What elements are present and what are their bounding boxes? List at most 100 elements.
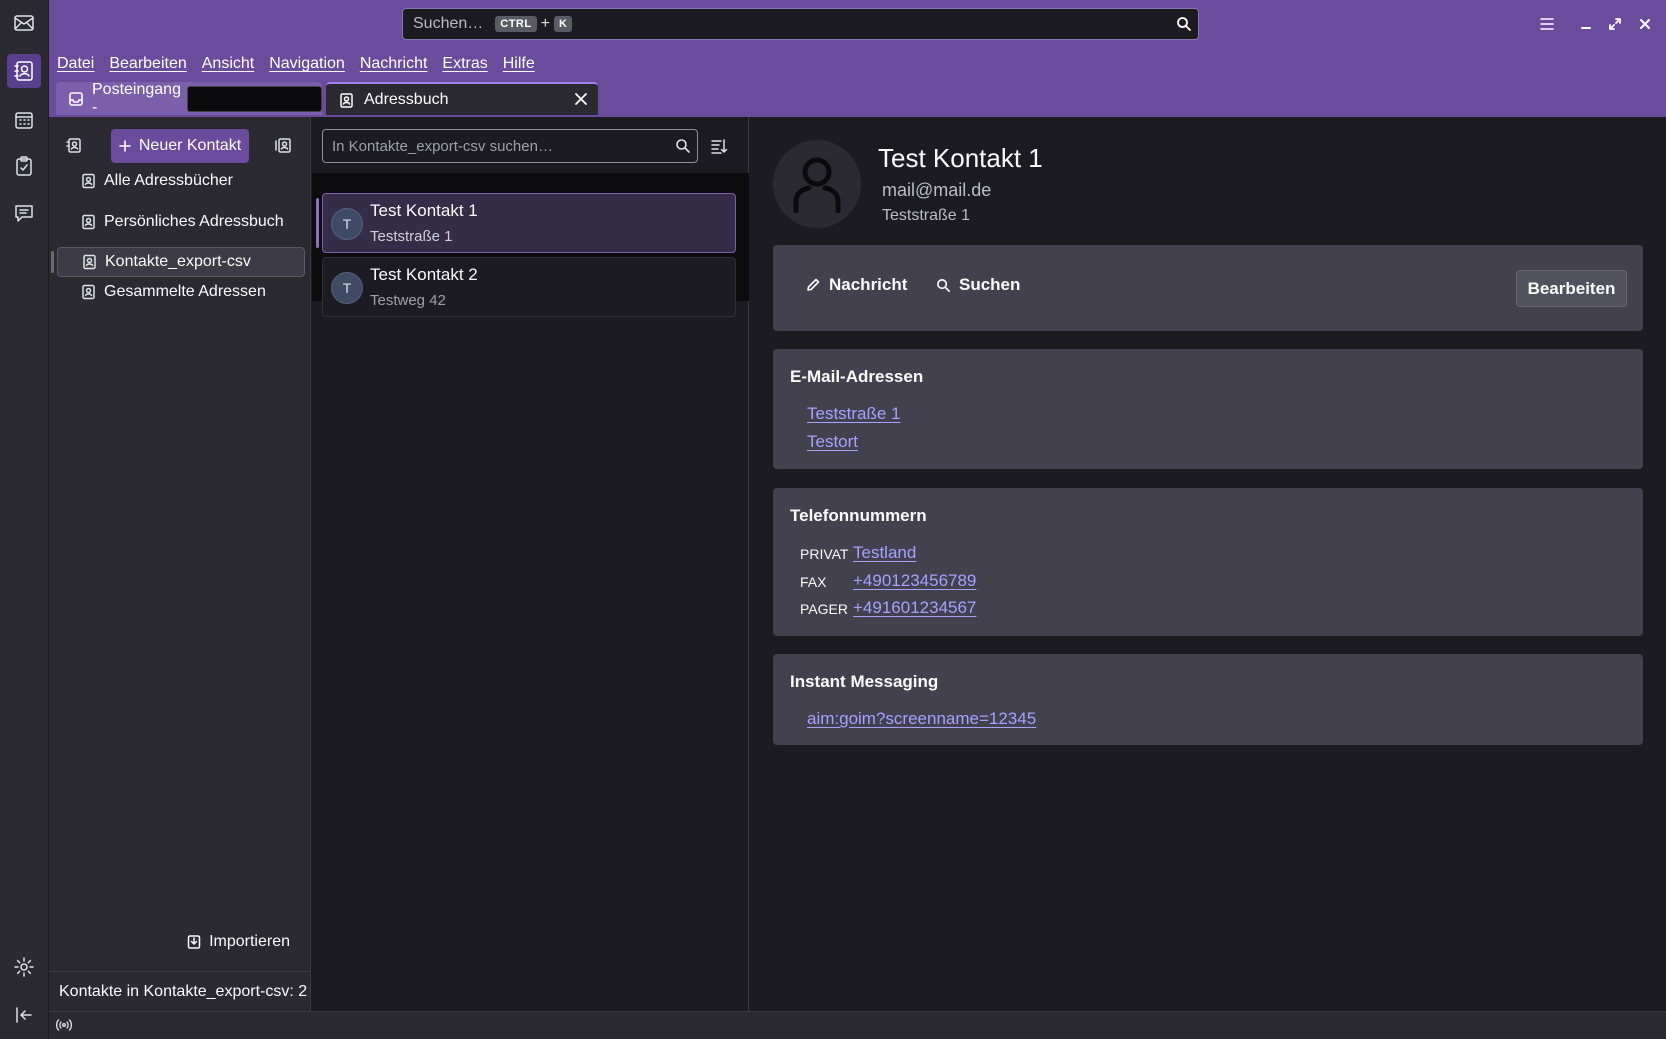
menu-bearbeiten[interactable]: Bearbeiten	[109, 55, 186, 73]
redacted-account-name	[187, 85, 322, 112]
phone-link[interactable]: +491601234567	[853, 598, 976, 618]
contact-details-pane: Test Kontakt 1 mail@mail.de Teststraße 1…	[750, 117, 1666, 1011]
contact-address: Teststraße 1	[370, 228, 453, 245]
global-search-input[interactable]: Suchen… CTRL + K	[402, 8, 1199, 40]
contact-search-input[interactable]: In Kontakte_export-csv suchen…	[322, 129, 698, 163]
new-contact-label: Neuer Kontakt	[138, 137, 242, 154]
phone-link[interactable]: +490123456789	[853, 571, 976, 591]
instant-messaging-panel: Instant Messaging aim:goim?screenname=12…	[773, 654, 1643, 745]
contact-search-placeholder: In Kontakte_export-csv suchen…	[332, 137, 553, 155]
contact-list: T Test Kontakt 1 Teststraße 1 T Test Kon…	[312, 173, 749, 317]
menu-ansicht[interactable]: Ansicht	[202, 55, 254, 73]
app-menu-hamburger-icon[interactable]	[1535, 12, 1559, 36]
search-messages-button[interactable]: Suchen	[936, 275, 1020, 295]
import-button[interactable]: Importieren	[187, 933, 290, 951]
close-tab-icon[interactable]	[574, 92, 588, 106]
search-messages-label: Suchen	[959, 275, 1021, 294]
close-window-icon[interactable]	[1633, 12, 1657, 36]
address-book-icon	[81, 173, 95, 189]
book-label: Kontakte_export-csv	[105, 253, 251, 270]
write-message-button[interactable]: Nachricht	[805, 275, 907, 295]
contact-list-item[interactable]: T Test Kontakt 1 Teststraße 1	[316, 193, 736, 253]
email-addresses-panel: E-Mail-Adressen Teststraße 1 Testort	[773, 349, 1643, 469]
phone-type-label: FAX	[800, 574, 827, 590]
contact-name: Test Kontakt 1	[370, 201, 478, 220]
sort-options-icon[interactable]	[706, 133, 732, 159]
selection-marker	[316, 198, 319, 248]
contact-header-address: Teststraße 1	[882, 207, 971, 224]
contact-count-text: Kontakte in Kontakte_export-csv: 2	[59, 982, 308, 1000]
settings-gear-icon[interactable]	[7, 950, 41, 984]
address-books-pane: Neuer Kontakt Alle Adressbücher Persönli…	[49, 117, 311, 1011]
tab-address-book[interactable]: Adressbuch	[326, 82, 598, 115]
section-title: Instant Messaging	[790, 672, 939, 691]
avatar: T	[331, 272, 363, 304]
phone-link[interactable]: Testland	[853, 543, 916, 563]
shortcut-ctrl-key: CTRL	[495, 16, 537, 32]
maximize-icon[interactable]	[1603, 12, 1627, 36]
contact-address: Testweg 42	[370, 292, 446, 309]
shortcut-plus: +	[540, 15, 550, 32]
section-title: Telefonnummern	[790, 506, 927, 525]
contact-photo-placeholder-icon	[773, 140, 861, 228]
book-label: Gesammelte Adressen	[104, 283, 266, 300]
status-bar	[49, 1011, 1666, 1039]
mail-icon[interactable]	[7, 6, 41, 40]
book-all-address-books[interactable]: Alle Adressbücher	[57, 166, 305, 196]
global-search-placeholder: Suchen…	[413, 15, 484, 32]
calendar-icon[interactable]	[7, 103, 41, 137]
shortcut-k-key: K	[553, 16, 573, 32]
avatar: T	[331, 208, 363, 240]
collapse-spaces-icon[interactable]	[7, 998, 41, 1032]
menu-hilfe[interactable]: Hilfe	[503, 55, 535, 73]
inbox-icon	[68, 91, 84, 107]
title-bar: Suchen… CTRL + K	[49, 0, 1666, 48]
book-label: Persönliches Adressbuch	[104, 213, 284, 230]
search-icon	[936, 278, 951, 293]
tab-inbox-label: Posteingang -	[92, 80, 181, 116]
spaces-toolbar	[0, 0, 49, 1039]
new-contact-button[interactable]: Neuer Kontakt	[111, 129, 249, 163]
address-book-tab-icon	[338, 92, 354, 108]
new-address-book-icon[interactable]	[60, 131, 88, 159]
tab-address-book-label: Adressbuch	[364, 90, 449, 108]
edit-contact-button[interactable]: Bearbeiten	[1516, 270, 1627, 307]
contact-primary-email: mail@mail.de	[882, 180, 992, 200]
email-link[interactable]: Testort	[807, 432, 858, 452]
tab-bar: Posteingang - Adressbuch	[49, 80, 1666, 117]
new-list-icon[interactable]	[270, 131, 298, 159]
pencil-icon	[805, 277, 821, 293]
import-label: Importieren	[209, 933, 290, 950]
book-label: Alle Adressbücher	[104, 172, 233, 189]
address-book-icon[interactable]	[7, 54, 41, 88]
email-link[interactable]: Teststraße 1	[807, 404, 901, 424]
online-status-icon[interactable]	[55, 1018, 73, 1032]
tasks-icon[interactable]	[7, 149, 41, 183]
minimize-icon[interactable]	[1574, 12, 1598, 36]
address-book-icon	[82, 254, 96, 270]
search-icon[interactable]	[1176, 16, 1192, 32]
menu-navigation[interactable]: Navigation	[269, 55, 345, 73]
book-collected[interactable]: Gesammelte Adressen	[57, 277, 305, 307]
menu-datei[interactable]: Datei	[57, 55, 94, 73]
contact-count-status: Kontakte in Kontakte_export-csv: 2	[49, 971, 311, 1011]
book-personal[interactable]: Persönliches Adressbuch	[57, 207, 305, 237]
im-link[interactable]: aim:goim?screenname=12345	[807, 709, 1036, 729]
menu-nachricht[interactable]: Nachricht	[360, 55, 428, 73]
contact-list-item[interactable]: T Test Kontakt 2 Testweg 42	[322, 257, 736, 317]
search-icon[interactable]	[675, 138, 691, 154]
chat-icon[interactable]	[7, 196, 41, 230]
menu-bar: Datei Bearbeiten Ansicht Navigation Nach…	[49, 48, 1666, 80]
book-kontakte-export-csv[interactable]: Kontakte_export-csv	[57, 247, 305, 277]
selection-marker	[51, 251, 54, 273]
phone-type-label: PRIVAT	[800, 546, 849, 562]
menu-extras[interactable]: Extras	[442, 55, 487, 73]
contact-actions-panel: Nachricht Suchen Bearbeiten	[773, 245, 1643, 331]
section-title: E-Mail-Adressen	[790, 367, 924, 386]
write-message-label: Nachricht	[829, 275, 908, 294]
tab-inbox[interactable]: Posteingang -	[56, 80, 322, 116]
address-book-icon	[81, 214, 95, 230]
import-icon	[187, 934, 201, 950]
contact-display-name: Test Kontakt 1	[878, 143, 1043, 173]
phone-numbers-panel: Telefonnummern PRIVAT Testland FAX +4901…	[773, 488, 1643, 636]
